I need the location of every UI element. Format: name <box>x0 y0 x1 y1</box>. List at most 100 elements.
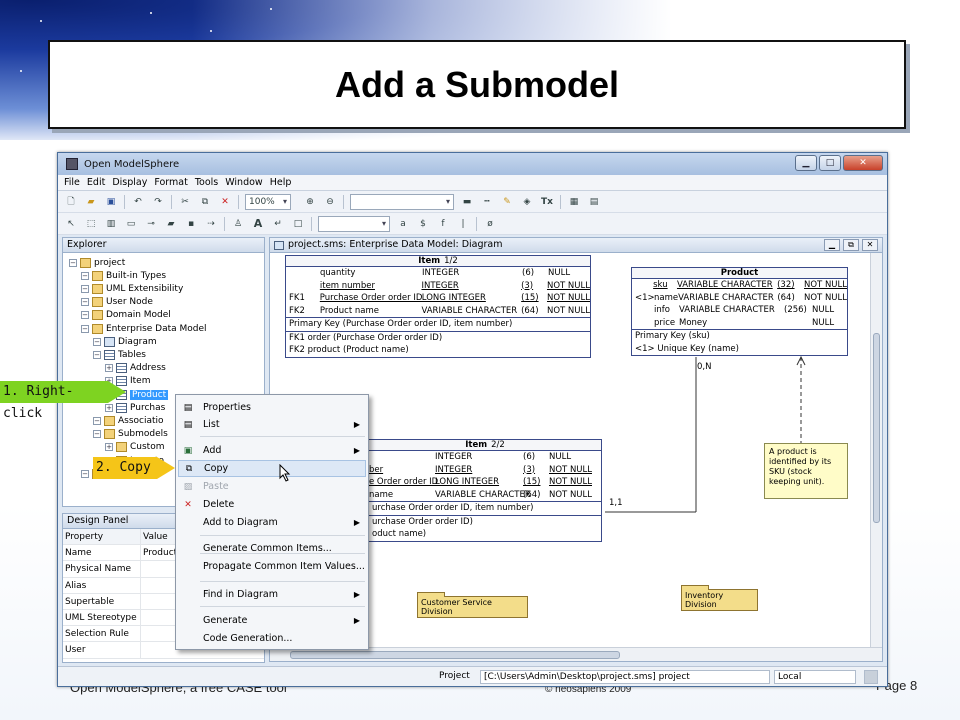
table-column-row[interactable]: item number INTEGER (3) NOT NULL <box>286 280 590 293</box>
rect-tool-icon[interactable]: □ <box>291 217 305 231</box>
tree-item[interactable]: − Built-in Types <box>81 269 166 282</box>
table-column-row[interactable]: info VARIABLE CHARACTER (256) NULL <box>632 304 847 317</box>
cut-icon[interactable]: ✂ <box>178 195 192 209</box>
undo-icon[interactable]: ↶ <box>131 195 145 209</box>
table-column-row[interactable]: quantity INTEGER (6) NULL <box>286 267 590 280</box>
select-area-icon[interactable]: ⬚ <box>84 217 98 231</box>
menu-item-delete[interactable]: ✕ Delete <box>178 496 366 513</box>
tree-item[interactable]: + Address <box>105 362 166 375</box>
diagram-vertical-scrollbar[interactable] <box>870 253 882 648</box>
table-column-row[interactable]: <1> name VARIABLE CHARACTER (64) NOT NULL <box>632 292 847 305</box>
zoom-out-icon[interactable]: ⊖ <box>323 195 337 209</box>
expand-toggle-icon[interactable]: − <box>93 430 101 439</box>
product-table[interactable]: Product sku VARIABLE CHARACTER (32) NOT NUL… <box>631 267 848 356</box>
copy-toolbar-icon[interactable]: ⧉ <box>198 195 212 209</box>
dollar-icon[interactable]: $ <box>416 217 430 231</box>
tree-item[interactable]: − Enterprise Data Model <box>81 322 207 335</box>
table-column-row[interactable]: price Money NULL <box>632 317 847 330</box>
menu-item-code-generation[interactable]: Code Generation... <box>178 630 366 647</box>
table-column-row[interactable]: FK1 Purchase Order order ID LONG INTEGER (1… <box>286 292 590 305</box>
expand-toggle-icon[interactable]: − <box>81 284 89 293</box>
product-note[interactable]: A product is identified by its SKU (stoc… <box>764 443 848 499</box>
item-table-1[interactable]: Item 1/2 quantity INTEGER (6) NULL item numbe… <box>285 255 591 358</box>
menu-item-paste[interactable]: ▨ Paste <box>178 478 366 495</box>
menu-item-properties[interactable]: ▤ Properties <box>178 399 366 416</box>
font-combo[interactable] <box>350 193 454 210</box>
expand-toggle-icon[interactable]: − <box>93 350 101 359</box>
menu-format[interactable]: Format <box>154 177 187 188</box>
bracket-icon[interactable]: | <box>456 217 470 231</box>
expand-toggle-icon[interactable]: − <box>81 324 89 333</box>
maximize-button[interactable]: □ <box>819 155 841 171</box>
menu-help[interactable]: Help <box>270 177 292 188</box>
dash-icon[interactable]: ┅ <box>480 195 494 209</box>
tree-item[interactable]: + Purchas <box>105 401 165 414</box>
table-column-row[interactable]: e Order order ID LONG INTEGER (15) NOT NULL <box>369 476 601 489</box>
tree-item[interactable]: − Tables <box>93 348 146 361</box>
menu-tools[interactable]: Tools <box>195 177 218 188</box>
zoom-input[interactable]: 100% <box>245 193 291 210</box>
menu-item-propagate-common-item-values[interactable]: Propagate Common Item Values... <box>178 558 366 575</box>
diagram-tab[interactable]: project.sms: Enterprise Data Model: Diag… <box>270 238 882 253</box>
package-tool-icon[interactable]: ▰ <box>164 217 178 231</box>
table-tool-icon[interactable]: ▥ <box>104 217 118 231</box>
zoom-combo[interactable]: 100% <box>245 193 297 210</box>
table-column-row[interactable]: INTEGER (6) NULL <box>369 451 601 464</box>
function-icon[interactable]: f <box>436 217 450 231</box>
window-titlebar[interactable]: Open ModelSphere ▁ □ ✕ <box>58 153 887 175</box>
link-tool-icon[interactable]: ⊸ <box>144 217 158 231</box>
menu-window[interactable]: Window <box>225 177 262 188</box>
expand-toggle-icon[interactable]: − <box>93 416 101 425</box>
expand-toggle-icon[interactable]: − <box>69 258 77 267</box>
size-combo[interactable] <box>318 215 390 232</box>
pointer-icon[interactable]: ↖ <box>64 217 78 231</box>
menu-item-add[interactable]: ▣ Add ▶ <box>178 442 366 459</box>
open-folder-icon[interactable]: ▰ <box>84 195 98 209</box>
diagram-close-button[interactable]: ✕ <box>862 239 878 251</box>
pen-color-icon[interactable]: ✎ <box>500 195 514 209</box>
expand-toggle-icon[interactable]: − <box>81 311 89 320</box>
menu-display[interactable]: Display <box>112 177 147 188</box>
tree-item[interactable]: − Diagram <box>93 335 157 348</box>
clear-format-icon[interactable]: Tx <box>540 195 554 209</box>
redo-icon[interactable]: ↷ <box>151 195 165 209</box>
alpha-icon[interactable]: a <box>396 217 410 231</box>
tree-item[interactable]: − Submodels <box>93 428 168 441</box>
table-column-row[interactable]: name VARIABLE CHARACTER (64) NOT NULL <box>369 489 601 502</box>
expand-toggle-icon[interactable]: + <box>105 403 113 412</box>
expand-toggle-icon[interactable]: − <box>81 469 89 478</box>
tree-item[interactable]: − User Node <box>81 296 153 309</box>
expand-toggle-icon[interactable]: + <box>105 364 113 373</box>
inventory-package[interactable]: Inventory Division <box>681 585 758 611</box>
zoom-in-icon[interactable]: ⊕ <box>303 195 317 209</box>
close-button[interactable]: ✕ <box>843 155 883 171</box>
tree-item[interactable]: − Domain Model <box>81 309 171 322</box>
minimize-button[interactable]: ▁ <box>795 155 817 171</box>
stamp-icon[interactable]: ♙ <box>231 217 245 231</box>
menu-item-add-to-diagram[interactable]: Add to Diagram ▶ <box>178 514 366 531</box>
expand-toggle-icon[interactable]: − <box>93 337 101 346</box>
view-tool-icon[interactable]: ▭ <box>124 217 138 231</box>
delete-toolbar-icon[interactable]: ✕ <box>218 195 232 209</box>
tree-item[interactable]: − Associatio <box>93 414 164 427</box>
tree-item[interactable]: − UML Extensibility <box>81 282 183 295</box>
table-grid-icon[interactable]: ▦ <box>567 195 581 209</box>
new-file-icon[interactable]: 🗋 <box>64 195 78 209</box>
tree-item[interactable]: − project <box>69 256 125 269</box>
line-tool-icon[interactable]: ↵ <box>271 217 285 231</box>
menu-item-list[interactable]: ▤ List ▶ <box>178 416 366 433</box>
line-style-icon[interactable]: ▬ <box>460 195 474 209</box>
menu-item-copy[interactable]: ⧉ Copy <box>178 460 366 477</box>
note-tool-icon[interactable]: ▪ <box>184 217 198 231</box>
menu-item-generate-common-items[interactable]: Generate Common Items... <box>178 540 366 557</box>
item-table-2[interactable]: Item 2/2 INTEGER (6) NULL ber INTEGER (3) NOT N… <box>368 439 602 542</box>
customer-service-package[interactable]: Customer Service Division <box>417 592 528 618</box>
table-column-row[interactable]: ber INTEGER (3) NOT NULL <box>369 464 601 477</box>
menu-file[interactable]: File <box>64 177 80 188</box>
fill-color-icon[interactable]: ◈ <box>520 195 534 209</box>
empty-set-icon[interactable]: ø <box>483 217 497 231</box>
text-tool-icon[interactable]: A <box>251 217 265 231</box>
save-icon[interactable]: ▣ <box>104 195 118 209</box>
arrow-tool-icon[interactable]: ⇢ <box>204 217 218 231</box>
table-list-icon[interactable]: ▤ <box>587 195 601 209</box>
